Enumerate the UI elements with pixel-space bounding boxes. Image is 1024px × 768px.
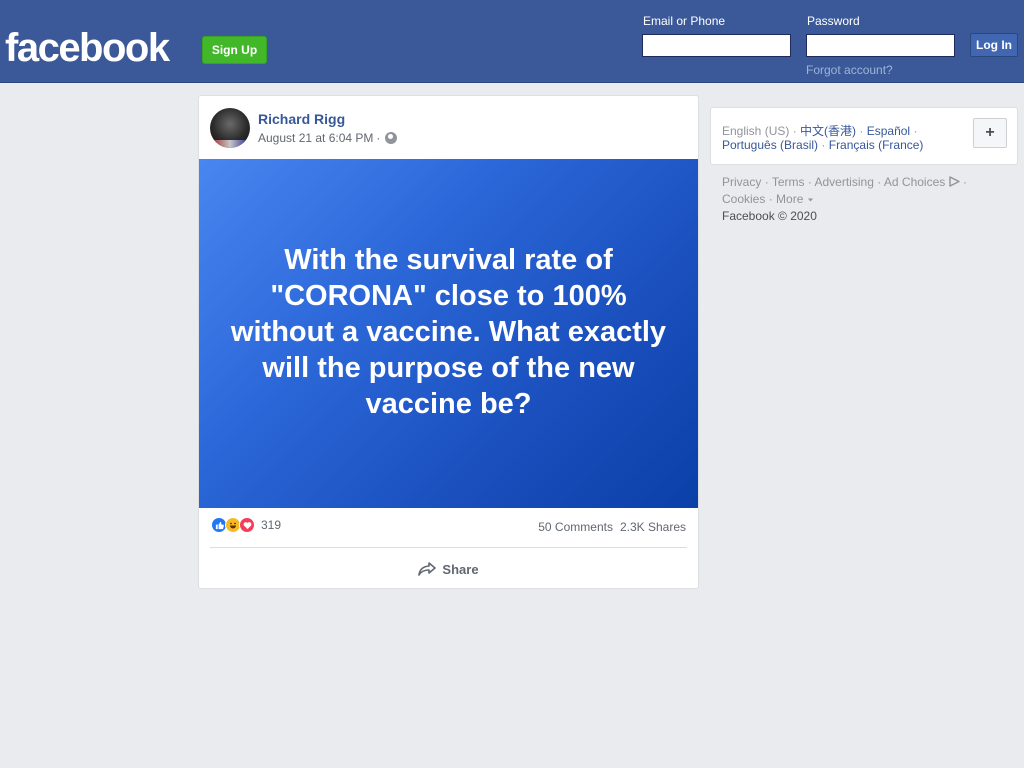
email-label: Email or Phone: [643, 14, 726, 28]
post-timestamp[interactable]: August 21 at 6:04 PM: [258, 131, 373, 145]
language-zh-hk[interactable]: 中文(香港): [800, 124, 856, 138]
separator: ·: [807, 175, 815, 189]
reactions-summary[interactable]: 319: [211, 517, 281, 533]
language-es[interactable]: Español: [867, 124, 910, 138]
comments-count[interactable]: 50 Comments: [538, 520, 613, 534]
language-current: English (US): [722, 124, 790, 138]
password-label: Password: [807, 14, 860, 28]
footer-links-row-2: Cookies · More: [722, 192, 814, 206]
separator: ·: [913, 124, 918, 138]
password-field[interactable]: [806, 34, 955, 57]
meta-separator: ·: [376, 131, 381, 145]
footer-advertising-link[interactable]: Advertising: [815, 175, 874, 189]
email-field[interactable]: [642, 34, 791, 57]
separator: ·: [962, 175, 967, 189]
caret-down-icon: [807, 198, 813, 202]
language-pt-br[interactable]: Português (Brasil): [722, 138, 818, 152]
ad-choices-icon: [948, 176, 960, 187]
forgot-account-link[interactable]: Forgot account?: [806, 63, 893, 77]
share-icon: [418, 562, 437, 576]
footer-links-row-1: Privacy · Terms · Advertising · Ad Choic…: [722, 175, 967, 189]
separator: ·: [821, 138, 826, 152]
footer-cookies-link[interactable]: Cookies: [722, 192, 765, 206]
language-row-2: Português (Brasil) · Français (France): [722, 138, 923, 152]
log-in-button[interactable]: Log In: [970, 33, 1018, 57]
shares-count[interactable]: 2.3K Shares: [620, 520, 686, 534]
footer-terms-link[interactable]: Terms: [772, 175, 805, 189]
language-selector: English (US) · 中文(香港) · Español · Portug…: [710, 107, 1018, 165]
reaction-count: 319: [261, 518, 282, 532]
separator: ·: [764, 175, 772, 189]
post-image-text: With the survival rate of "CORONA" close…: [230, 243, 667, 420]
globe-icon: [385, 132, 398, 144]
more-languages-button[interactable]: +: [973, 118, 1007, 148]
top-bar: facebook Sign Up Email or Phone Password…: [0, 0, 1024, 83]
separator: ·: [792, 124, 797, 138]
separator: ·: [877, 175, 884, 189]
post-card: Richard Rigg August 21 at 6:04 PM · With…: [198, 95, 699, 589]
copyright: Facebook © 2020: [722, 209, 817, 223]
footer-privacy-link[interactable]: Privacy: [722, 175, 761, 189]
language-fr-fr[interactable]: Français (France): [829, 138, 924, 152]
engagement-counts: 50 Comments 2.3K Shares: [538, 520, 686, 534]
facebook-logo[interactable]: facebook: [5, 24, 170, 72]
avatar[interactable]: [210, 108, 250, 148]
separator: ·: [859, 124, 864, 138]
divider: [210, 547, 687, 548]
sign-up-button[interactable]: Sign Up: [202, 36, 267, 64]
footer-ad-choices-link[interactable]: Ad Choices: [884, 175, 945, 189]
separator: ·: [768, 192, 777, 206]
post-image[interactable]: With the survival rate of "CORONA" close…: [199, 159, 698, 508]
footer-more-link[interactable]: More: [776, 192, 803, 206]
post-meta: August 21 at 6:04 PM ·: [258, 131, 398, 145]
share-label: Share: [442, 561, 479, 577]
post-author[interactable]: Richard Rigg: [258, 111, 345, 127]
love-icon: [239, 517, 255, 533]
share-button[interactable]: Share: [199, 554, 698, 584]
language-row-1: English (US) · 中文(香港) · Español ·: [722, 122, 917, 139]
